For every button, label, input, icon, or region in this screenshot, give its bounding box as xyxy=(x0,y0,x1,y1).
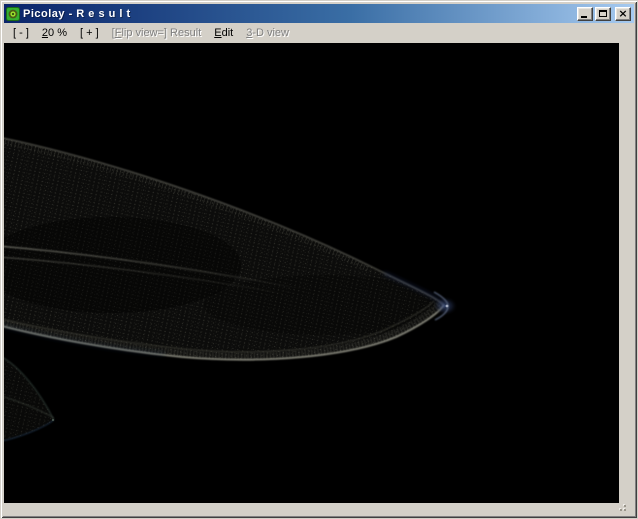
picolay-result-window: Picolay - R e s u l t × [ - ] 20 % [ + ]… xyxy=(0,0,638,519)
menu-item-zoom-out[interactable]: [ - ] xyxy=(12,25,30,41)
minimize-button[interactable] xyxy=(577,6,593,21)
window-title: Picolay - R e s u l t xyxy=(23,7,131,20)
picolay-app-icon[interactable] xyxy=(6,6,20,21)
menu-item-3d-view: 3-D view xyxy=(246,27,289,39)
menu-item-edit[interactable]: Edit xyxy=(213,25,234,41)
close-icon: × xyxy=(618,6,628,20)
close-button[interactable]: × xyxy=(615,6,631,21)
result-image-canvas xyxy=(4,43,619,503)
menu-item-zoom-level[interactable]: 20 % xyxy=(41,25,68,41)
titlebar[interactable]: Picolay - R e s u l t × xyxy=(4,4,634,23)
menu-item-zoom-in[interactable]: [ + ] xyxy=(79,25,100,41)
diatom-micrograph xyxy=(4,43,619,503)
resize-grip[interactable] xyxy=(618,503,626,511)
client-area xyxy=(4,43,634,515)
maximize-icon xyxy=(599,10,607,17)
maximize-button[interactable] xyxy=(595,6,611,21)
menu-item-flip-view: [Flip view=] Result xyxy=(111,27,202,39)
menubar: [ - ] 20 % [ + ] [Flip view=] Result Edi… xyxy=(4,23,634,43)
minimize-icon xyxy=(581,15,587,18)
